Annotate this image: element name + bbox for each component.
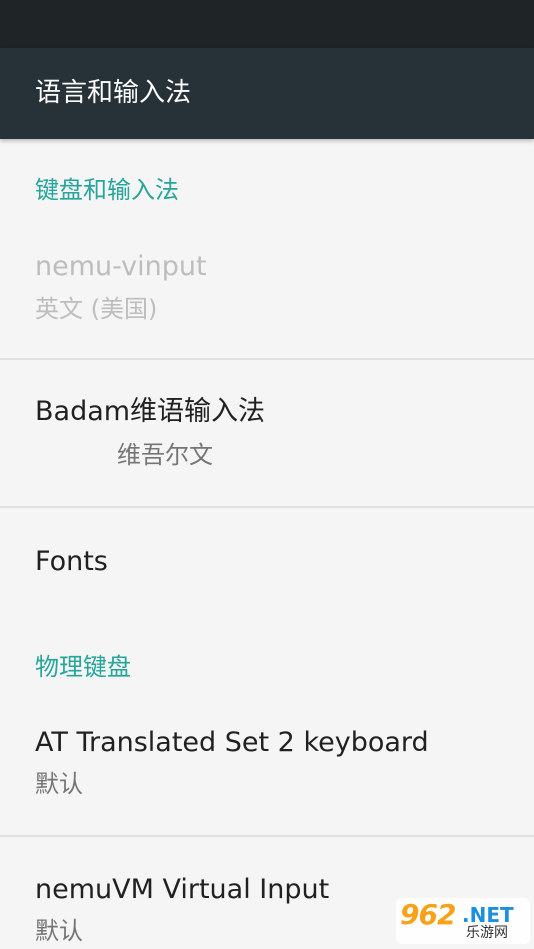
section-header-keyboard-input: 键盘和输入法 [35, 176, 179, 204]
pref-item-nemu-vinput[interactable]: nemu-vinput 英文 (美国) [0, 244, 534, 358]
pref-item-at-keyboard[interactable]: AT Translated Set 2 keyboard 默认 [0, 707, 534, 835]
pref-summary: 维吾尔文 [117, 441, 213, 469]
pref-summary: 默认 [35, 917, 83, 945]
watermark-site-name: 乐游网 [466, 925, 508, 941]
pref-title: Badam维语输入法 [35, 396, 266, 427]
status-bar [0, 0, 534, 48]
watermark-logo: 962 .NET 乐游网 [396, 898, 530, 944]
pref-title: nemuVM Virtual Input [35, 874, 330, 905]
section-header-physical-keyboard: 物理键盘 [35, 653, 131, 681]
settings-list[interactable]: 键盘和输入法 nemu-vinput 英文 (美国) Badam维语输入法 维吾… [0, 139, 534, 949]
page-title: 语言和输入法 [35, 78, 192, 108]
pref-title: Fonts [35, 546, 108, 577]
pref-title: AT Translated Set 2 keyboard [35, 727, 429, 758]
pref-title: nemu-vinput [35, 251, 207, 282]
pref-summary: 默认 [35, 770, 83, 798]
pref-item-badam[interactable]: Badam维语输入法 维吾尔文 [0, 360, 534, 506]
watermark-domain: .NET [462, 903, 514, 927]
pref-summary: 英文 (美国) [35, 295, 158, 323]
pref-item-fonts[interactable]: Fonts [0, 508, 534, 618]
watermark-number: 962 [400, 898, 456, 931]
app-bar: 语言和输入法 [0, 48, 534, 139]
